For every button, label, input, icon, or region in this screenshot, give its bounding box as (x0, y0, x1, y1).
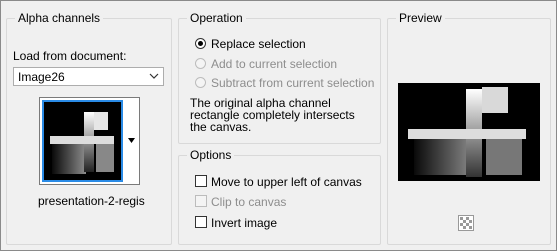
channel-thumbnail (42, 100, 123, 182)
radio-indicator (195, 38, 206, 49)
alpha-channels-title: Alpha channels (15, 11, 104, 25)
add-selection-label: Add to current selection (211, 57, 338, 71)
preview-title: Preview (396, 11, 445, 25)
radio-indicator (195, 77, 206, 88)
channel-name-label: presentation-2-regis (38, 194, 145, 208)
preview-image (398, 83, 540, 181)
clip-to-canvas-label: Clip to canvas (211, 195, 287, 209)
load-from-document-text: Load from document: (13, 49, 127, 63)
document-select[interactable]: Image26 (13, 67, 164, 86)
operation-title: Operation (187, 11, 246, 25)
document-select-value: Image26 (18, 70, 65, 84)
checkbox-indicator (195, 175, 207, 187)
replace-selection-label: Replace selection (211, 37, 306, 51)
checkbox-indicator (195, 195, 207, 207)
invert-image-label: Invert image (211, 216, 278, 230)
load-from-document-label: Load from document: (13, 49, 126, 63)
channel-thumbnail-image (44, 102, 121, 180)
radio-indicator (195, 58, 206, 69)
options-title: Options (187, 148, 235, 162)
move-upper-left-label: Move to upper left of canvas (211, 175, 362, 189)
operation-description: The original alpha channel rectangle com… (190, 96, 355, 134)
load-selection-dialog: Alpha channels Load from document: Image… (0, 0, 557, 251)
thumbnail-dropdown-icon[interactable] (124, 98, 139, 184)
preview-image-graphic (398, 83, 540, 181)
chevron-down-icon (149, 73, 159, 79)
checkerboard-zoom-icon[interactable] (458, 215, 474, 231)
channel-thumbnail-button[interactable] (39, 97, 140, 185)
checkbox-indicator (195, 216, 207, 228)
subtract-selection-label: Subtract from current selection (211, 76, 375, 90)
